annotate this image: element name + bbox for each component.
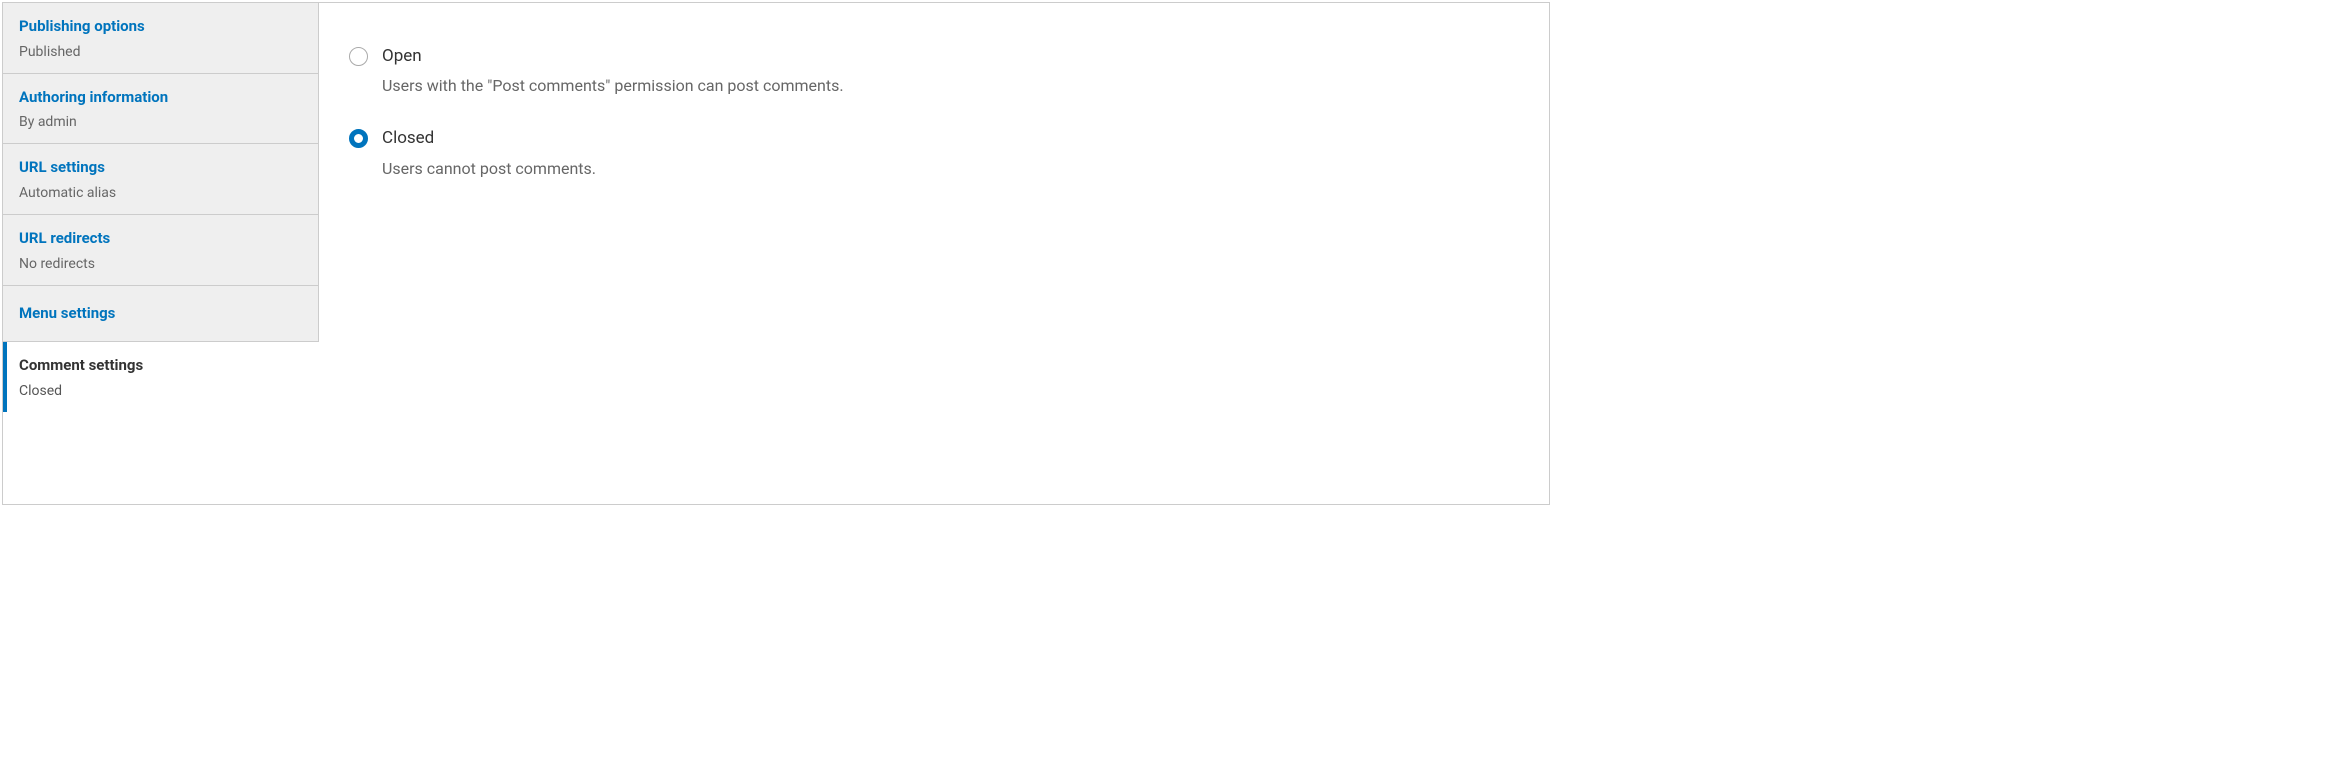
tab-menu-settings[interactable]: Menu settings	[3, 286, 319, 343]
tab-url-redirects[interactable]: URL redirects No redirects	[3, 215, 319, 286]
tab-summary: Automatic alias	[19, 184, 302, 202]
tab-title: URL settings	[19, 158, 302, 178]
comment-option-closed: Closed Users cannot post comments.	[349, 127, 1519, 179]
tab-title: Comment settings	[19, 356, 303, 376]
tab-comment-settings[interactable]: Comment settings Closed	[3, 342, 319, 412]
settings-panel: Publishing options Published Authoring i…	[2, 2, 1550, 505]
tab-url-settings[interactable]: URL settings Automatic alias	[3, 144, 319, 215]
radio-content: Closed Users cannot post comments.	[382, 127, 1519, 179]
radio-closed[interactable]	[349, 129, 368, 148]
tab-content: Open Users with the "Post comments" perm…	[319, 3, 1549, 504]
tab-summary: No redirects	[19, 255, 302, 273]
radio-open[interactable]	[349, 47, 368, 66]
radio-label[interactable]: Closed	[382, 127, 1519, 149]
tab-title: Publishing options	[19, 17, 302, 37]
radio-description: Users cannot post comments.	[382, 158, 1519, 180]
radio-description: Users with the "Post comments" permissio…	[382, 75, 1519, 97]
tab-summary: By admin	[19, 113, 302, 131]
radio-label[interactable]: Open	[382, 45, 1519, 67]
tab-title: Menu settings	[19, 304, 302, 324]
tab-title: Authoring information	[19, 88, 302, 108]
tab-publishing-options[interactable]: Publishing options Published	[3, 3, 319, 74]
tab-authoring-information[interactable]: Authoring information By admin	[3, 74, 319, 145]
settings-tabs-sidebar: Publishing options Published Authoring i…	[3, 3, 319, 504]
tab-summary: Published	[19, 43, 302, 61]
tab-summary: Closed	[19, 382, 303, 400]
radio-content: Open Users with the "Post comments" perm…	[382, 45, 1519, 97]
comment-option-open: Open Users with the "Post comments" perm…	[349, 45, 1519, 97]
tab-title: URL redirects	[19, 229, 302, 249]
